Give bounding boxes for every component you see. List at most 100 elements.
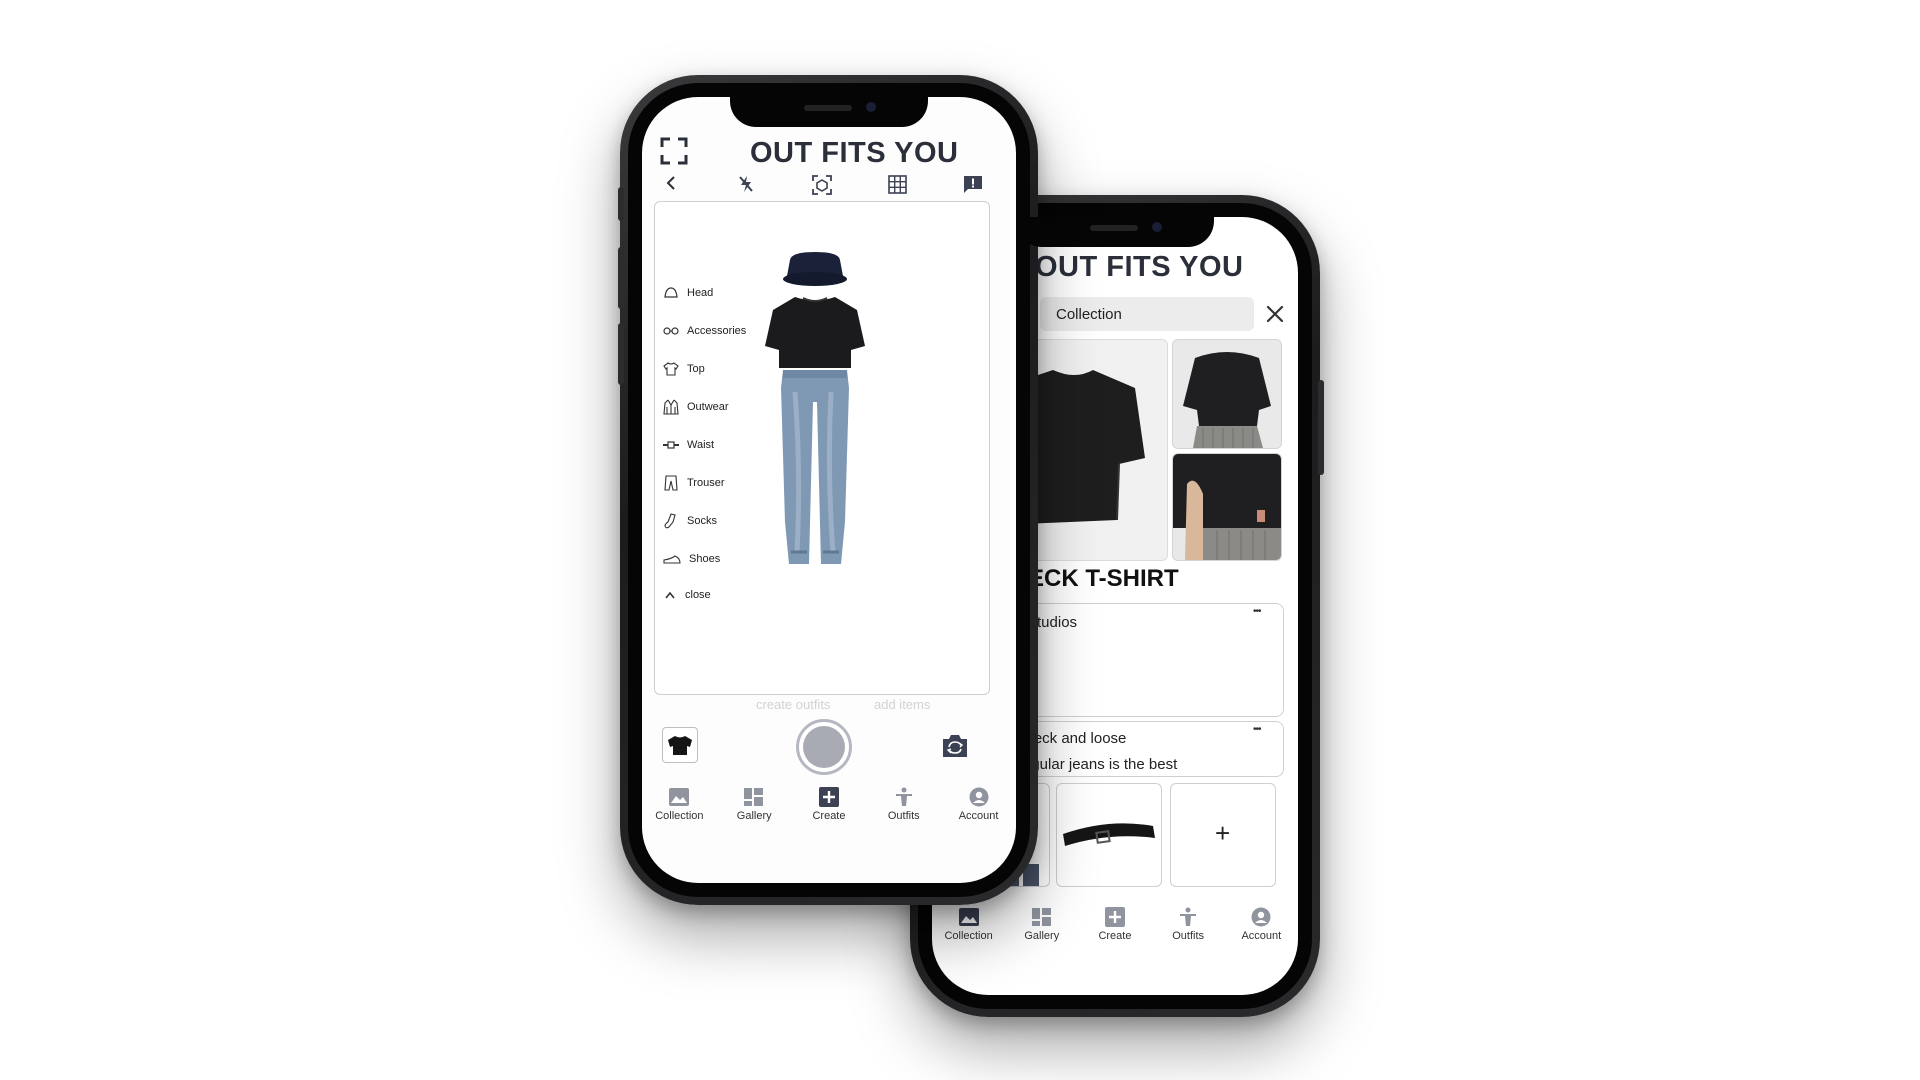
note-card[interactable]: Neck and loose ••• egular jeans is the b… (1002, 721, 1284, 777)
category-socks[interactable]: Socks (663, 512, 717, 530)
power-button (1318, 380, 1324, 475)
front-nav-outfits-label: Outfits (887, 810, 920, 822)
bucket-hat-item (783, 252, 847, 286)
category-top[interactable]: Top (663, 360, 705, 378)
volume-down-button (618, 323, 624, 385)
front-phone: OUT FITS YOU Head Accessories Top Outwea… (618, 75, 1038, 905)
collection-search-value: Collection (1056, 306, 1122, 323)
create-icon (818, 787, 839, 807)
product-main-image[interactable] (1022, 339, 1168, 561)
jacket-icon (663, 399, 679, 415)
flash-off-icon[interactable] (738, 175, 754, 198)
back-nav-gallery[interactable]: Gallery (1008, 907, 1076, 942)
feedback-icon[interactable] (963, 175, 983, 199)
create-icon (1104, 907, 1125, 927)
category-waist[interactable]: Waist (663, 436, 714, 454)
front-bottom-nav: Collection Gallery Create Outfits Accoun… (642, 787, 1016, 843)
category-close[interactable]: close (663, 586, 711, 604)
back-nav-create-label: Create (1098, 930, 1132, 942)
mode-add-items[interactable]: add items (874, 697, 930, 712)
category-accessories-label: Accessories (687, 325, 747, 337)
category-shoes-label: Shoes (689, 553, 721, 565)
note-line-1: Neck and loose (1023, 730, 1127, 747)
category-trouser-label: Trouser (687, 477, 725, 489)
trouser-icon (664, 475, 678, 491)
product-side-image[interactable] (1172, 453, 1282, 561)
head-icon (664, 287, 678, 298)
back-nav-create[interactable]: Create (1081, 907, 1149, 942)
back-nav-outfits[interactable]: Outfits (1154, 907, 1222, 942)
account-icon (1251, 907, 1271, 927)
flip-camera-icon[interactable] (940, 733, 970, 759)
front-nav-account[interactable]: Account (945, 787, 1013, 822)
ar-scan-icon[interactable] (812, 175, 832, 200)
front-nav-create-label: Create (812, 810, 846, 822)
category-outwear-label: Outwear (687, 401, 729, 413)
back-nav-gallery-label: Gallery (1024, 930, 1060, 942)
close-icon[interactable] (1264, 303, 1286, 325)
front-nav-outfits[interactable]: Outfits (870, 787, 938, 822)
back-nav-outfits-label: Outfits (1172, 930, 1205, 942)
mute-switch (618, 187, 624, 221)
category-accessories[interactable]: Accessories (663, 322, 746, 340)
category-waist-label: Waist (687, 439, 715, 451)
category-head-label: Head (687, 287, 714, 299)
front-nav-create[interactable]: Create (795, 787, 863, 822)
collection-icon (669, 788, 690, 806)
back-chevron-icon[interactable] (664, 175, 678, 196)
back-nav-account[interactable]: Account (1227, 907, 1295, 942)
back-app-title: OUT FITS YOU (1035, 251, 1244, 283)
front-nav-collection[interactable]: Collection (645, 787, 713, 822)
collection-search-field[interactable]: Collection (1040, 297, 1254, 331)
note-card-more-icon[interactable]: ••• (1253, 724, 1261, 735)
sock-icon (664, 513, 676, 529)
gallery-icon (1031, 908, 1051, 926)
chevron-up-icon (665, 591, 675, 599)
tshirt-item (765, 297, 865, 368)
brand-card-more-icon[interactable]: ••• (1253, 606, 1261, 617)
add-item-icon: + (1215, 818, 1231, 848)
account-icon (969, 787, 989, 807)
outfit-preview (765, 252, 865, 564)
back-nav-collection[interactable]: Collection (935, 907, 1003, 942)
jeans-item (781, 370, 849, 564)
category-trouser[interactable]: Trouser (663, 474, 725, 492)
category-close-label: close (685, 589, 711, 601)
volume-up-button (618, 247, 624, 309)
tshirt-icon (663, 362, 679, 376)
front-app-title: OUT FITS YOU (750, 137, 959, 169)
outfits-icon (1180, 907, 1197, 926)
glasses-icon (663, 327, 679, 335)
gallery-icon (744, 788, 764, 806)
grid-icon[interactable] (888, 175, 907, 199)
back-nav-account-label: Account (1241, 930, 1282, 942)
category-shoes[interactable]: Shoes (663, 550, 720, 568)
outfits-icon (895, 787, 912, 806)
back-bottom-nav: Collection Gallery Create Outfits Accoun… (932, 907, 1298, 963)
front-nav-gallery-label: Gallery (736, 810, 772, 822)
category-outwear[interactable]: Outwear (663, 398, 729, 416)
category-head[interactable]: Head (663, 284, 713, 302)
shutter-button[interactable] (796, 719, 852, 775)
category-socks-label: Socks (687, 515, 717, 527)
front-nav-collection-label: Collection (655, 810, 704, 822)
product-back-image[interactable] (1172, 339, 1282, 449)
last-item-thumbnail[interactable] (662, 727, 698, 763)
note-line-2: egular jeans is the best (1023, 756, 1178, 773)
front-nav-account-label: Account (958, 810, 999, 822)
collection-icon (958, 908, 979, 926)
fullscreen-icon[interactable] (660, 137, 688, 165)
shoe-icon (663, 555, 681, 564)
front-screen: OUT FITS YOU Head Accessories Top Outwea… (642, 97, 1016, 883)
category-top-label: Top (687, 363, 705, 375)
front-nav-gallery[interactable]: Gallery (720, 787, 788, 822)
back-nav-collection-label: Collection (944, 930, 993, 942)
mode-create-outfits[interactable]: create outfits (756, 697, 830, 712)
add-item-tile[interactable]: + (1170, 783, 1276, 887)
product-title: ECK T-SHIRT (1028, 565, 1179, 592)
belt-item-tile[interactable] (1056, 783, 1162, 887)
outfit-canvas[interactable]: Head Accessories Top Outwear Waist Trous… (654, 201, 990, 695)
front-notch (730, 97, 928, 127)
brand-card[interactable]: Studios ••• n (1002, 603, 1284, 717)
belt-icon (663, 441, 679, 449)
